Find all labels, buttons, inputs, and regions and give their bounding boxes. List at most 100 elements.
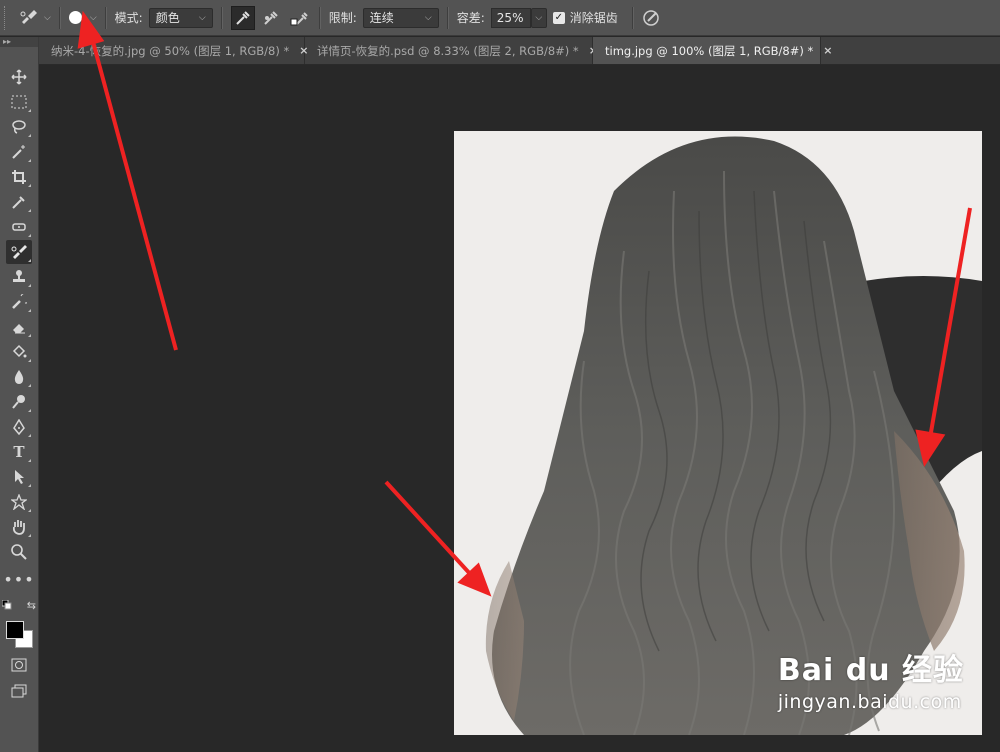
mode-select[interactable]: 颜色 ⌵ (148, 7, 213, 28)
limit-select[interactable]: 连续 ⌵ (362, 7, 439, 28)
tool-preset-picker[interactable]: ⌵ (19, 8, 51, 28)
type-tool[interactable]: T (6, 440, 32, 464)
color-replacement-tool[interactable] (6, 240, 32, 264)
pressure-pen-icon (643, 9, 659, 26)
move-icon (11, 69, 27, 85)
more-tools-button[interactable]: ••• (3, 567, 35, 591)
chevron-down-icon: ⌵ (535, 12, 543, 23)
pen-tool[interactable] (6, 415, 32, 439)
submenu-indicator (28, 134, 31, 137)
submenu-indicator (28, 159, 31, 162)
options-bar: ⌵ ⌵ 模式: 颜色 ⌵ 限制: 连续 ⌵ 容差: 25% ⌵ ✓ 消除锯齿 (0, 0, 1000, 36)
bandage-icon (12, 223, 26, 231)
brush-preset-circle-icon (68, 11, 82, 24)
default-colors-icon[interactable] (2, 600, 12, 610)
options-bar-grip[interactable] (4, 5, 9, 30)
submenu-indicator (28, 484, 31, 487)
antialias-checkbox[interactable]: ✓ (552, 11, 565, 24)
swap-colors-icon[interactable]: ⇆ (27, 599, 36, 612)
tab-label: timg.jpg @ 100% (图层 1, RGB/8#) * (605, 43, 814, 58)
watermark-logo: Bai du 经验 (777, 653, 964, 688)
divider (220, 6, 223, 29)
marquee-tool[interactable] (6, 90, 32, 114)
path-selection-tool[interactable] (6, 465, 32, 489)
chevron-down-icon: ⌵ (44, 12, 51, 23)
dodge-icon (12, 395, 25, 409)
color-replacement-icon (20, 9, 37, 24)
submenu-indicator (28, 184, 31, 187)
tolerance-value: 25% (496, 10, 524, 25)
type-icon: T (13, 443, 25, 461)
magnifier-icon (11, 544, 27, 560)
lasso-tool[interactable] (6, 115, 32, 139)
hand-icon (12, 520, 25, 535)
chevron-down-icon: ⌵ (198, 12, 206, 23)
tab-document-1[interactable]: 纳米-4-恢复的.jpg @ 50% (图层 1, RGB/8) * × (39, 37, 308, 64)
screen-mode-icon (11, 684, 27, 698)
move-tool[interactable] (6, 65, 32, 89)
tools-panel-collapse[interactable]: ▸▸ (0, 37, 38, 47)
divider (104, 6, 107, 29)
magic-wand-tool[interactable] (6, 140, 32, 164)
crop-icon (12, 170, 26, 184)
foreground-color-swatch[interactable] (6, 621, 24, 639)
tab-document-2[interactable]: 详情页-恢复的.psd @ 8.33% (图层 2, RGB/8#) * × (305, 37, 598, 64)
screen-mode-button[interactable] (6, 679, 32, 703)
mode-select-value: 颜色 (155, 11, 180, 25)
lasso-icon (12, 120, 26, 134)
eyedropper-tool[interactable] (6, 190, 32, 214)
sampling-continuous-button[interactable] (230, 5, 255, 30)
dodge-tool[interactable] (6, 390, 32, 414)
stamp-icon (13, 270, 25, 282)
submenu-indicator (28, 209, 31, 212)
eraser-tool[interactable] (6, 315, 32, 339)
custom-shape-icon (11, 494, 27, 510)
document-tabs: 纳米-4-恢复的.jpg @ 50% (图层 1, RGB/8) * × 详情页… (39, 37, 1000, 65)
submenu-indicator (28, 234, 31, 237)
close-icon[interactable]: × (823, 44, 832, 57)
submenu-indicator (28, 434, 31, 437)
brush-preset-picker[interactable]: ⌵ (68, 11, 97, 24)
quick-mask-icon (11, 658, 27, 672)
sampling-background-button[interactable] (287, 6, 311, 30)
document-image[interactable]: Bai du 经验 jingyan.baidu.com (454, 131, 982, 735)
submenu-indicator (28, 259, 31, 262)
chevron-down-icon: ⌵ (89, 12, 97, 23)
divider (631, 6, 634, 29)
submenu-indicator (28, 409, 31, 412)
blur-tool[interactable] (6, 365, 32, 389)
submenu-indicator (28, 384, 31, 387)
baidu-watermark: Bai du 经验 jingyan.baidu.com (778, 645, 964, 713)
divider (58, 6, 61, 29)
shape-tool[interactable] (6, 490, 32, 514)
check-icon: ✓ (554, 12, 563, 23)
submenu-indicator (28, 334, 31, 337)
antialias-label: 消除锯齿 (569, 11, 618, 25)
tolerance-dropdown[interactable]: ⌵ (530, 7, 547, 28)
tab-label: 详情页-恢复的.psd @ 8.33% (图层 2, RGB/8#) * (317, 43, 579, 58)
submenu-indicator (28, 509, 31, 512)
submenu-indicator (28, 359, 31, 362)
pressure-size-button[interactable] (642, 9, 662, 27)
submenu-indicator (28, 534, 31, 537)
clone-stamp-tool[interactable] (6, 265, 32, 289)
eyedropper-icon (235, 10, 250, 25)
marquee-icon (11, 95, 27, 109)
watermark-url: jingyan.baidu.com (777, 691, 962, 713)
submenu-indicator (28, 459, 31, 462)
mode-label: 模式: (114, 11, 143, 25)
ellipsis-icon: ••• (3, 569, 35, 589)
hand-tool[interactable] (6, 515, 32, 539)
tolerance-input[interactable]: 25% (490, 7, 531, 28)
submenu-indicator (28, 109, 31, 112)
zoom-tool[interactable] (6, 540, 32, 564)
quick-mask-button[interactable] (6, 653, 32, 677)
crop-tool[interactable] (6, 165, 32, 189)
tolerance-label: 容差: (456, 11, 485, 25)
history-brush-tool[interactable] (6, 290, 32, 314)
healing-brush-tool[interactable] (6, 215, 32, 239)
sampling-once-button[interactable] (259, 6, 283, 30)
submenu-indicator (28, 284, 31, 287)
paint-bucket-tool[interactable] (6, 340, 32, 364)
tab-document-3[interactable]: timg.jpg @ 100% (图层 1, RGB/8#) * × (593, 37, 833, 64)
